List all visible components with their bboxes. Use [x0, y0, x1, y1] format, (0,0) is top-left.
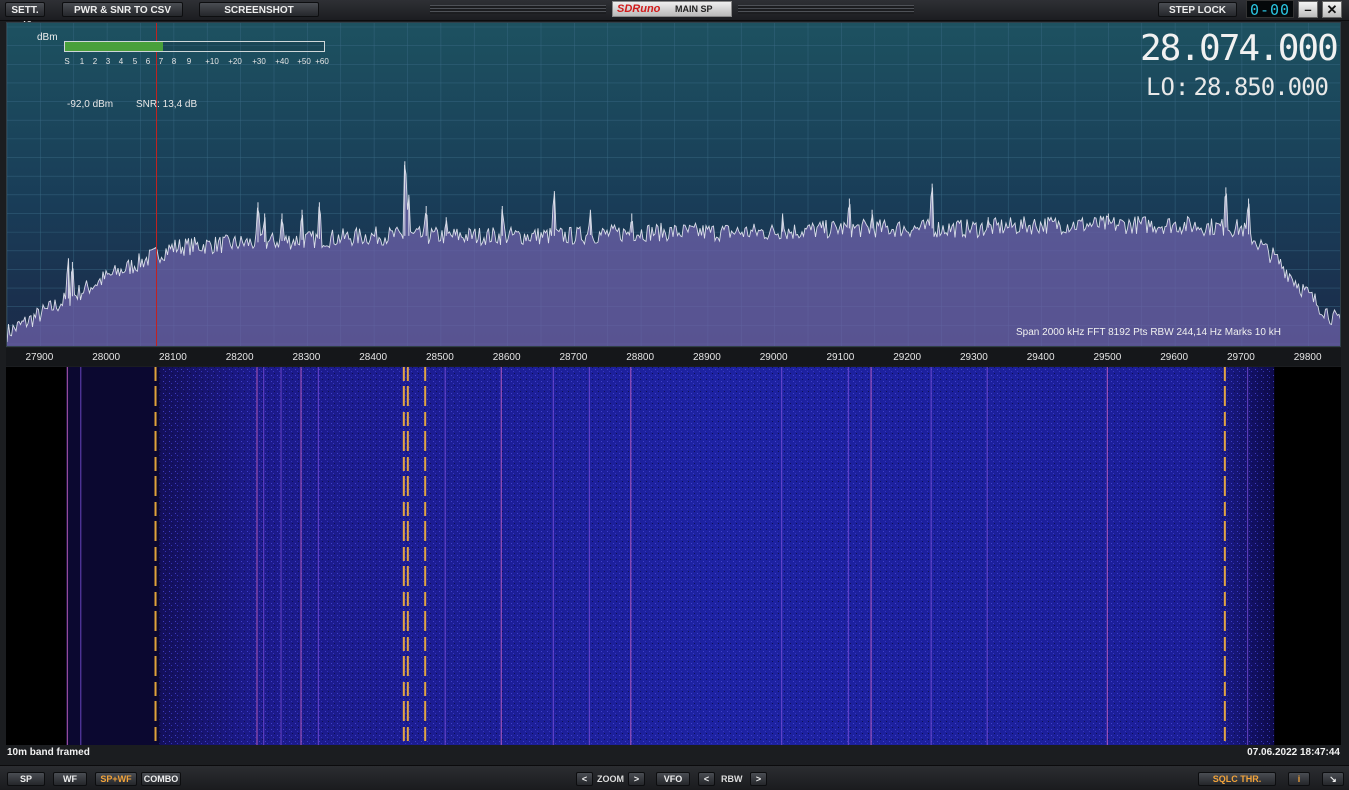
x-tick-label: 28900 [692, 352, 721, 363]
s-meter-tick: +50 [297, 57, 311, 66]
x-tick-label: 28600 [492, 352, 521, 363]
zoom-out-button[interactable]: < [576, 772, 593, 786]
x-tick-label: 27900 [25, 352, 54, 363]
x-tick-label: 28200 [225, 352, 254, 363]
minimize-icon[interactable]: – [1298, 1, 1318, 18]
wf-button[interactable]: WF [53, 772, 87, 786]
s-meter-scale: S 1 2 3 4 5 6 7 8 9 +10 +20 +30 +40 +50 +60 [64, 57, 334, 68]
x-tick-label: 28500 [425, 352, 454, 363]
s-meter-tick: 3 [105, 57, 111, 66]
sp-button[interactable]: SP [7, 772, 45, 786]
close-icon[interactable]: ✕ [1322, 1, 1342, 18]
settings-button[interactable]: SETT. [5, 2, 45, 17]
x-tick-label: 29600 [1160, 352, 1189, 363]
rbw-label: RBW [721, 774, 743, 784]
s-meter-tick: 5 [132, 57, 138, 66]
sqlc-threshold-button[interactable]: SQLC THR. [1198, 772, 1276, 786]
x-tick-label: 29300 [959, 352, 988, 363]
window-mode: MAIN SP [675, 4, 713, 14]
x-tick-label: 29200 [893, 352, 922, 363]
s-meter-tick: S [64, 57, 70, 66]
spectrum-panel[interactable] [6, 22, 1341, 347]
zoom-in-button[interactable]: > [628, 772, 645, 786]
x-tick-label: 28800 [626, 352, 655, 363]
screenshot-button[interactable]: SCREENSHOT [199, 2, 319, 17]
lo-value: 28.850.000 [1193, 73, 1329, 101]
rbw-increase-button[interactable]: > [750, 772, 767, 786]
step-lock-button[interactable]: STEP LOCK [1158, 2, 1237, 17]
x-tick-label: 28400 [359, 352, 388, 363]
lo-display[interactable]: LO: 28.850.000 [1146, 73, 1329, 101]
s-meter-tick: 7 [158, 57, 164, 66]
s-meter-tick: +10 [205, 57, 219, 66]
rbw-decrease-button[interactable]: < [698, 772, 715, 786]
signal-level-readout: -92,0 dBm [67, 99, 114, 110]
sp-wf-button[interactable]: SP+WF [95, 772, 137, 786]
s-meter-tick: 2 [92, 57, 98, 66]
drag-grip-right[interactable] [738, 5, 914, 14]
lo-label: LO: [1146, 73, 1190, 101]
x-tick-label: 28300 [292, 352, 321, 363]
waterfall-caption: 10m band framed [7, 747, 90, 758]
s-meter-tick: +30 [252, 57, 266, 66]
x-tick-label: 28000 [92, 352, 121, 363]
s-meter-tick: 6 [145, 57, 151, 66]
spectrum-plot [7, 23, 1340, 346]
x-tick-label: 29500 [1093, 352, 1122, 363]
pwr-snr-csv-button[interactable]: PWR & SNR TO CSV [62, 2, 183, 17]
x-tick-label: 29100 [826, 352, 855, 363]
span-info: Span 2000 kHz FFT 8192 Pts RBW 244,14 Hz… [1016, 327, 1281, 338]
frequency-display[interactable]: 28.074.000 [1140, 28, 1339, 70]
bottom-toolbar: SP WF SP+WF COMBO < ZOOM > VFO < RBW > S… [0, 765, 1349, 790]
x-tick-label: 28700 [559, 352, 588, 363]
s-meter-tick: 9 [186, 57, 192, 66]
resize-icon[interactable]: ↘ [1322, 772, 1344, 786]
zoom-label: ZOOM [597, 774, 624, 784]
sdruno-logo: SDRuno [617, 3, 661, 15]
s-meter-tick: 4 [118, 57, 124, 66]
info-icon[interactable]: i [1288, 772, 1310, 786]
waterfall-low-edge [66, 367, 160, 745]
drag-grip[interactable] [430, 5, 606, 14]
x-tick-label: 29000 [759, 352, 788, 363]
clock-display: 0-00 [1246, 0, 1294, 19]
dbm-unit-label: dBm [37, 32, 58, 43]
x-tick-label: 29800 [1293, 352, 1322, 363]
waterfall-plot [6, 367, 1341, 745]
s-meter-tick: +40 [275, 57, 289, 66]
waterfall-timestamp: 07.06.2022 18:47:44 [1247, 747, 1340, 758]
s-meter-tick: 8 [171, 57, 177, 66]
s-meter-tick: +60 [315, 57, 329, 66]
vfo-button[interactable]: VFO [656, 772, 690, 786]
window-title: SDRuno MAIN SP [612, 1, 732, 17]
top-toolbar: SETT. PWR & SNR TO CSV SCREENSHOT SDRuno… [0, 0, 1349, 21]
x-tick-label: 29400 [1026, 352, 1055, 363]
frequency-axis: 27900 28000 28100 28200 28300 28400 28500 28600… [6, 348, 1341, 366]
s-meter-bar [64, 41, 325, 52]
snr-readout: SNR: 13,4 dB [136, 99, 198, 110]
x-tick-label: 29700 [1226, 352, 1255, 363]
x-tick-label: 28100 [158, 352, 187, 363]
s-meter-tick: 1 [79, 57, 85, 66]
waterfall-panel[interactable] [6, 367, 1341, 745]
s-meter-fill [65, 42, 164, 51]
s-meter-tick: +20 [228, 57, 242, 66]
combo-button[interactable]: COMBO [141, 772, 181, 786]
